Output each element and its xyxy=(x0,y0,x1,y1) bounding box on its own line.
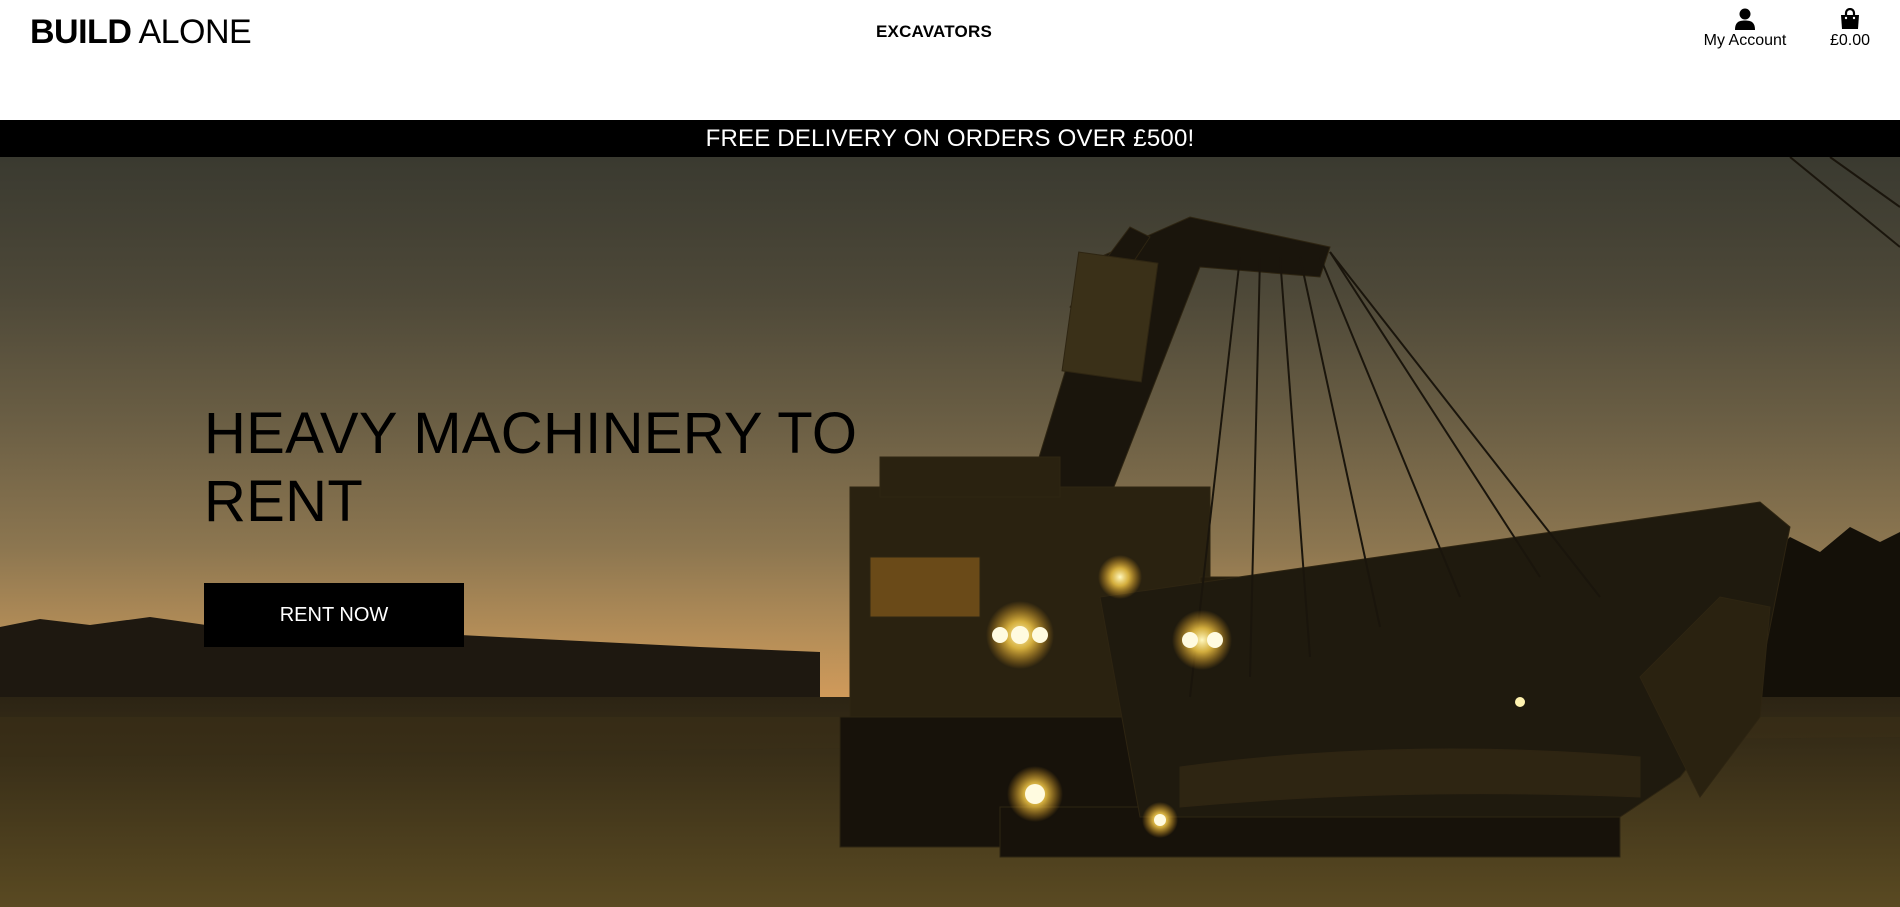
nav-link-excavators[interactable]: EXCAVATORS xyxy=(876,22,992,42)
shopping-bag-icon xyxy=(1841,8,1859,29)
my-account-link[interactable]: My Account xyxy=(1700,8,1790,50)
user-icon xyxy=(1735,8,1755,30)
logo-bold-text: BUILD xyxy=(30,13,132,51)
delivery-banner: FREE DELIVERY ON ORDERS OVER £500! xyxy=(0,120,1900,157)
hero-section: HEAVY MACHINERY TO RENT RENT NOW xyxy=(0,157,1900,907)
shopping-bag-link[interactable]: £0.00 xyxy=(1824,8,1876,50)
my-account-label: My Account xyxy=(1703,32,1787,49)
logo-light-text: ALONE xyxy=(138,13,252,51)
site-logo[interactable]: BUILD ALONE xyxy=(30,12,252,52)
site-header: BUILD ALONE EXCAVATORS My Account £0.00 xyxy=(0,0,1900,120)
rent-now-button[interactable]: RENT NOW xyxy=(204,583,464,647)
hero-title: HEAVY MACHINERY TO RENT xyxy=(204,401,858,534)
bag-total: £0.00 xyxy=(1829,32,1871,49)
